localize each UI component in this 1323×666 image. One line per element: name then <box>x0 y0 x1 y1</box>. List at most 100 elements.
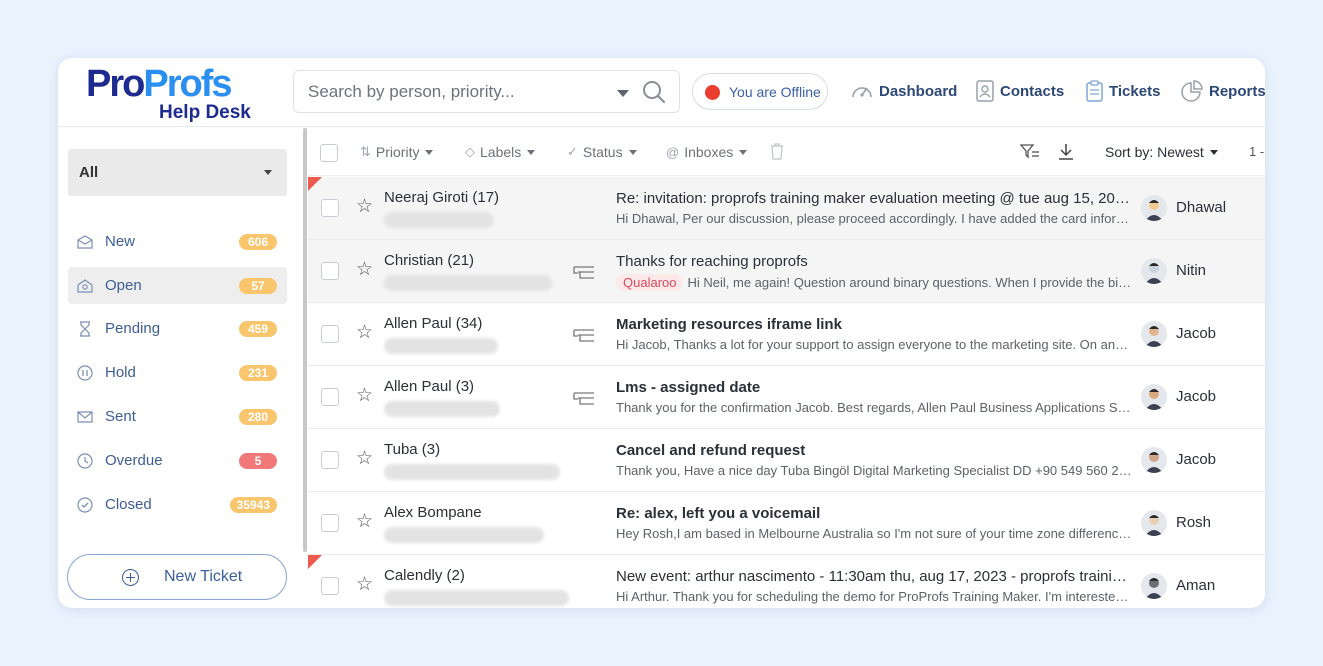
nav-contacts-label: Contacts <box>1000 82 1065 100</box>
sidebar: All New 606 Open 57 Pending 459 Hold 231… <box>58 128 302 608</box>
advanced-filter-icon[interactable] <box>1020 143 1040 160</box>
sort-dropdown[interactable]: Sort by: Newest <box>1105 144 1218 160</box>
ticket-row[interactable]: ☆ Allen Paul (3) Lms - assigned date Thank … <box>308 366 1265 429</box>
ticket-subject[interactable]: Re: invitation: proprofs training maker … <box>616 190 1134 207</box>
chevron-down-icon <box>1209 149 1218 155</box>
ticket-subject[interactable]: Marketing resources iframe link <box>616 316 1134 333</box>
ticket-preview: Hi Jacob, Thanks a lot for your support … <box>616 337 1134 352</box>
assigned-agent[interactable]: Jacob <box>1176 388 1216 405</box>
trash-icon[interactable] <box>770 143 784 160</box>
star-icon[interactable]: ☆ <box>356 575 373 595</box>
ticket-subject[interactable]: Re: alex, left you a voicemail <box>616 505 1134 522</box>
ticket-preview: Hey Rosh,I am based in Melbourne Austral… <box>616 526 1134 541</box>
inboxes-filter[interactable]: @ Inboxes <box>666 144 748 160</box>
ticket-preview-text: Hi Neil, me again! Question around binar… <box>687 275 1134 290</box>
nav-tickets[interactable]: Tickets <box>1085 78 1160 104</box>
priority-filter[interactable]: ⇅ Priority <box>360 144 434 160</box>
ticket-subject[interactable]: Cancel and refund request <box>616 442 1134 459</box>
search-icon[interactable] <box>642 80 666 104</box>
agent-avatar <box>1141 321 1167 347</box>
inbox-icon <box>77 235 93 249</box>
ticket-row[interactable]: ☆ Alex Bompane Re: alex, left you a voicem… <box>308 492 1265 555</box>
sidebar-item-sent[interactable]: Sent 280 <box>68 398 287 435</box>
download-icon[interactable] <box>1058 143 1074 161</box>
ticket-subject[interactable]: Thanks for reaching proprofs <box>616 253 1134 270</box>
star-icon[interactable]: ☆ <box>356 512 373 532</box>
redacted-email <box>384 338 498 354</box>
sidebar-item-new[interactable]: New 606 <box>68 223 287 260</box>
ticket-checkbox[interactable] <box>321 199 339 217</box>
star-icon[interactable]: ☆ <box>356 323 373 343</box>
nav-reports[interactable]: Reports <box>1180 78 1265 104</box>
status-filter[interactable]: ✓ Status <box>567 144 637 160</box>
sidebar-scrollbar[interactable] <box>303 128 307 552</box>
ticket-subject[interactable]: Lms - assigned date <box>616 379 1134 396</box>
count-badge: 280 <box>239 409 277 425</box>
ticket-row[interactable]: ☆ Tuba (3) Cancel and refund request Thank … <box>308 429 1265 492</box>
assigned-agent[interactable]: Aman <box>1176 577 1215 594</box>
ticket-checkbox[interactable] <box>321 388 339 406</box>
ticket-checkbox[interactable] <box>321 262 339 280</box>
ticket-checkbox[interactable] <box>321 577 339 595</box>
nav-dashboard[interactable]: Dashboard <box>850 78 957 104</box>
new-ticket-button[interactable]: New Ticket <box>67 554 287 600</box>
ticket-row[interactable]: ☆ Allen Paul (34) Marketing resources ifra… <box>308 303 1265 366</box>
assigned-agent[interactable]: Jacob <box>1176 451 1216 468</box>
assigned-agent[interactable]: Jacob <box>1176 325 1216 342</box>
assigned-agent[interactable]: Dhawal <box>1176 199 1226 216</box>
plus-circle-icon <box>122 569 139 586</box>
assigned-agent[interactable]: Rosh <box>1176 514 1211 531</box>
proprofs-logo[interactable]: ProProfs Help Desk <box>86 63 261 123</box>
status-label: You are Offline <box>729 84 821 100</box>
search-dropdown-icon[interactable] <box>617 90 629 97</box>
ticket-checkbox[interactable] <box>321 325 339 343</box>
sidebar-item-overdue[interactable]: Overdue 5 <box>68 442 287 479</box>
ticket-checkbox[interactable] <box>321 514 339 532</box>
assigned-agent[interactable]: Nitin <box>1176 262 1206 279</box>
sidebar-item-label: Hold <box>105 364 136 381</box>
redacted-email <box>384 401 500 417</box>
ticket-preview: Qualaroo Hi Neil, me again! Question arou… <box>616 274 1134 291</box>
sidebar-item-hold[interactable]: Hold 231 <box>68 354 287 391</box>
star-icon[interactable]: ☆ <box>356 260 373 280</box>
ticket-row[interactable]: ☆ Neeraj Giroti (17) Re: invitation: propr… <box>308 177 1265 240</box>
conversation-thread-icon <box>573 329 594 342</box>
ticket-row[interactable]: ☆ Calendly (2) New event: arthur nasciment… <box>308 555 1265 608</box>
priority-flag-icon <box>308 177 322 191</box>
count-badge: 606 <box>239 234 277 250</box>
star-icon[interactable]: ☆ <box>356 449 373 469</box>
redacted-email <box>384 212 494 228</box>
view-filter-dropdown[interactable]: All <box>68 149 287 196</box>
ticket-sender: Neeraj Giroti (17) <box>384 189 500 206</box>
logo-word-profs: Profs <box>143 63 232 105</box>
agent-avatar <box>1141 384 1167 410</box>
star-icon[interactable]: ☆ <box>356 197 373 217</box>
hourglass-icon <box>80 321 90 337</box>
sidebar-item-label: Pending <box>105 320 161 337</box>
ticket-row[interactable]: ☆ Christian (21) Thanks for reaching propr… <box>308 240 1265 303</box>
ticket-preview-text: Hey Rosh,I am based in Melbourne Austral… <box>616 526 1134 541</box>
redacted-email <box>384 527 544 543</box>
chevron-down-icon <box>527 149 536 155</box>
offline-status-toggle[interactable]: You are Offline <box>692 73 828 110</box>
count-badge: 35943 <box>229 497 277 513</box>
check-circle-icon <box>77 497 93 513</box>
labels-filter[interactable]: ◇ Labels <box>465 144 536 160</box>
status-filter-label: Status <box>582 144 623 160</box>
sidebar-item-open[interactable]: Open 57 <box>68 267 287 304</box>
label-tag[interactable]: Qualaroo <box>616 274 684 291</box>
ticket-preview-text: Hi Dhawal, Per our discussion, please pr… <box>616 211 1134 226</box>
select-all-checkbox[interactable] <box>320 144 338 162</box>
open-icon <box>77 279 93 293</box>
dashboard-icon <box>852 87 872 98</box>
ticket-preview: Hi Arthur. Thank you for scheduling the … <box>616 589 1134 604</box>
new-ticket-label: New Ticket <box>164 568 243 585</box>
sidebar-item-closed[interactable]: Closed 35943 <box>68 486 287 523</box>
ticket-subject[interactable]: New event: arthur nascimento - 11:30am t… <box>616 568 1134 585</box>
nav-contacts[interactable]: Contacts <box>975 78 1064 104</box>
ticket-checkbox[interactable] <box>321 451 339 469</box>
search-input[interactable] <box>308 81 608 103</box>
sidebar-item-pending[interactable]: Pending 459 <box>68 310 287 347</box>
star-icon[interactable]: ☆ <box>356 386 373 406</box>
ticket-toolbar: ⇅ Priority ◇ Labels ✓ Status @ Inboxes Sort … <box>308 128 1265 176</box>
